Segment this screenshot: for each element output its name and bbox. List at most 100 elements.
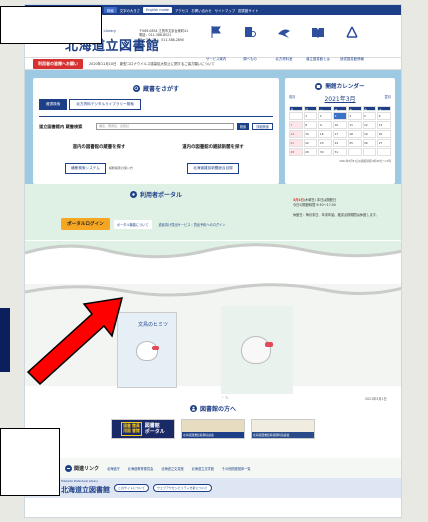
annotation-box-top [0, 6, 102, 44]
calendar-date-cell[interactable]: 2 [318, 112, 333, 120]
book-photo-large[interactable] [221, 306, 293, 394]
calendar-footnote: 2021年3月31日の開館時間 9時30分〜17時 [339, 160, 391, 163]
font-size-control[interactable]: 文字の大きさ [120, 8, 140, 13]
news-date: 3月4日 [293, 198, 304, 202]
periodicals-button[interactable]: 北海道雑誌新聞総合目録 [187, 163, 239, 174]
search-button[interactable]: 検索 [236, 123, 250, 130]
calendar-date-cell [289, 112, 303, 120]
main-nav: サービス案内 調べもの 北方資料室 道立図書館とは 読書図書館情報 [201, 25, 367, 64]
notice-tag[interactable]: 利用者の皆様へお願い [33, 58, 83, 69]
english-mode-button[interactable]: English mode [143, 7, 173, 13]
cross-search-heading: 道内の図書館の蔵書を探す [72, 145, 126, 150]
nav-service[interactable]: サービス案内 [201, 25, 231, 64]
contact-link[interactable]: お問い合わせ [191, 8, 211, 13]
cross-search-help-link[interactable]: 横断検索の使い方 [109, 166, 133, 170]
calendar-day-header: 金 [362, 106, 377, 112]
link-other[interactable]: その他関連団体一覧 [222, 466, 251, 471]
promotion-council-banner[interactable]: 北海道図書館振興協議会 [181, 419, 245, 439]
calendar-date-cell[interactable]: 10 [333, 121, 347, 129]
advanced-search-button[interactable]: 詳細検索 [252, 123, 273, 130]
portal-about-link[interactable]: ポータル機能について [113, 219, 152, 229]
torn-edge-bottom [25, 283, 401, 302]
site-footer: Hokkaido Prefectural Library 北海道立図書館 このサ… [25, 478, 401, 498]
notice-text[interactable]: 2020年11月10日 新型コロナウイルス感染拡大防止に関するご協力願いについて [89, 61, 215, 66]
calendar-date-cell[interactable]: 1 [303, 112, 318, 120]
calendar-date-cell[interactable]: 17 [333, 130, 347, 138]
search-input[interactable]: 書名、著者名、出版社 [96, 123, 234, 130]
calendar-date-cell[interactable]: 5 [362, 112, 377, 120]
librarians-title: 図書館の方へ [25, 404, 401, 413]
annotation-marker [0, 308, 10, 372]
calendar-date-cell[interactable]: 18 [347, 130, 362, 138]
calendar-date-cell[interactable]: 19 [362, 130, 377, 138]
nav-libraries[interactable]: 読書図書館情報 [337, 25, 367, 64]
calendar-date-cell[interactable]: 13 [377, 121, 391, 129]
book-cover-small[interactable]: 文鳥のヒミツ [117, 312, 177, 388]
portal-login-row: ポータルログイン ポータル機能について 道民向け貸出サービス・貸出予約へのログイ… [61, 218, 228, 230]
librarian-portal-banner[interactable]: 図書 館員 用図 書館 図書館 ポータル [111, 419, 175, 439]
calendar-date-cell[interactable]: 4 [347, 112, 362, 120]
tab-digital-library[interactable]: 北方資料デジタルライブラリー検索 [69, 99, 141, 110]
calendar-date-cell[interactable]: 8 [303, 121, 318, 129]
cross-search-column: 道内の図書館の蔵書を探す 横断検索システム 横断検索の使い方 [49, 144, 149, 174]
footer-logo-english: Hokkaido Prefectural Library [61, 480, 98, 483]
portal-more-link[interactable]: 道民向け貸出サービス・貸出予約へのログイン [156, 220, 229, 229]
calendar-date-cell[interactable]: 16 [318, 130, 333, 138]
nav-northern[interactable]: 北方資料室 [269, 25, 299, 64]
link-education-board[interactable]: 北海道教育委員会 [128, 466, 154, 471]
annotation-box-bottom [0, 428, 60, 496]
link-hokkaido-gov[interactable]: 北海道庁 [107, 466, 120, 471]
portal-news: 3月4日(木曜日) 本日は開館日 今日の開館時間 9:30〜17:00 休館日：… [293, 198, 393, 218]
calendar-date-cell[interactable]: 22 [303, 139, 318, 147]
banner-k4: 書館 [132, 428, 140, 433]
calendar-date-cell[interactable]: 12 [362, 121, 377, 129]
calendar-date-cell[interactable]: 28 [289, 148, 303, 156]
calendar-prev[interactable]: 前月 [289, 94, 295, 103]
like-share-icons[interactable]: ♡ ↻ [221, 396, 228, 400]
nav-about[interactable]: 道立図書館とは [303, 25, 333, 64]
portal-login-button[interactable]: ポータルログイン [61, 218, 110, 230]
portal-title-label: 利用者ポータル [139, 192, 182, 199]
calendar-date-cell[interactable]: 14 [289, 130, 303, 138]
calendar-date-cell[interactable]: 9 [318, 121, 333, 129]
banner-k3: 用図 [123, 428, 131, 433]
library-site-link[interactable]: 図書館サイト [238, 8, 258, 13]
calendar-date-cell[interactable]: 23 [318, 139, 333, 147]
calendar-date-cell[interactable]: 27 [377, 139, 391, 147]
calendar-date-cell[interactable]: 30 [318, 148, 333, 156]
search-tabs: 蔵書検索 北方資料デジタルライブラリー検索 [39, 99, 273, 110]
cross-search-button[interactable]: 横断検索システム [65, 163, 106, 174]
link-archives[interactable]: 北海道立文書館 [161, 466, 183, 471]
calendar-next[interactable]: 翌月 [385, 94, 391, 103]
calendar-date-cell[interactable]: 29 [303, 148, 318, 156]
calendar-date-cell[interactable]: 26 [362, 139, 377, 147]
nav-research[interactable]: 調べもの [235, 25, 265, 64]
post-date: 2021年3月1日 [365, 397, 387, 401]
tab-catalog[interactable]: 蔵書検索 [39, 99, 68, 110]
calendar-date-cell[interactable]: 3 [333, 112, 347, 120]
calendar-date-cell[interactable]: 15 [303, 130, 318, 138]
link-literature-museum[interactable]: 北海道立文学館 [192, 466, 214, 471]
calendar-date-cell[interactable]: 31 [333, 148, 347, 156]
user-portal-section: 利用者ポータル ポータルログイン ポータル機能について 道民向け貸出サービス・貸… [25, 184, 401, 240]
info-council-label: 北海道図書館情報資料協議会 [252, 432, 314, 438]
footer-logo[interactable]: 北海道立図書館 [61, 485, 110, 495]
portal-title: 利用者ポータル [33, 190, 279, 199]
calendar-date-cell[interactable]: 21 [289, 139, 303, 147]
sitemap-link[interactable]: サイトマップ [215, 8, 235, 13]
calendar-date-cell[interactable]: 11 [347, 121, 362, 129]
calendar-date-cell[interactable]: 6 [377, 112, 391, 120]
about-site-button[interactable]: このサイトについて [114, 484, 149, 492]
calendar-date-cell[interactable]: 24 [333, 139, 347, 147]
calendar-date-cell[interactable]: 7 [289, 121, 303, 129]
nav-northern-label: 北方資料室 [275, 57, 293, 61]
search-title-label: 蔵書をさがす [142, 86, 179, 93]
calendar-date-cell[interactable]: 20 [377, 130, 391, 138]
access-link[interactable]: アクセス [175, 8, 188, 13]
calendar-date-cell[interactable]: 25 [347, 139, 362, 147]
calendar-nav: 前月 2021年3月 翌月 [289, 94, 391, 103]
site-search-button[interactable]: 検索 [103, 7, 117, 13]
librarian-banners: 図書 館員 用図 書館 図書館 ポータル 北海道図書館振興協議会 北海道図書館情報資… [25, 419, 401, 439]
info-council-banner[interactable]: 北海道図書館情報資料協議会 [251, 419, 315, 439]
accessibility-button[interactable]: ウェブアクセシビリティ方針について [152, 484, 212, 492]
